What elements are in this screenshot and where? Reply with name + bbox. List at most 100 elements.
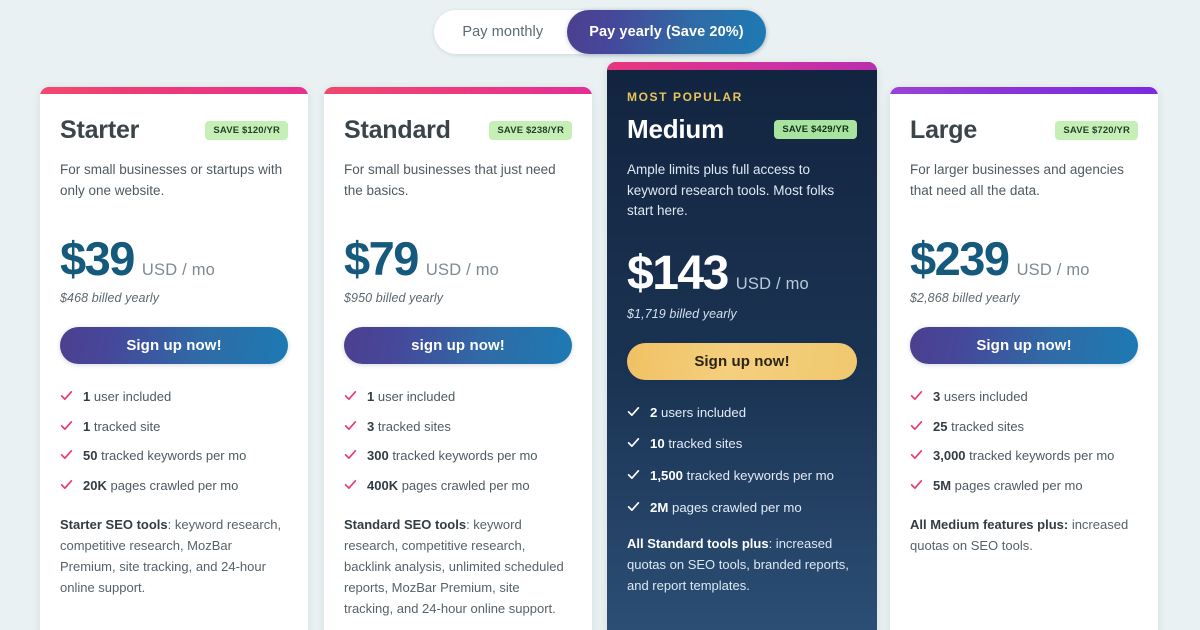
price-block: $79 USD / mo $950 billed yearly <box>344 235 572 305</box>
check-icon <box>344 478 357 491</box>
feature-text: 1 tracked site <box>83 418 161 434</box>
pricing-card-medium[interactable]: MOST POPULAR Medium SAVE $429/YR Ample l… <box>607 62 877 630</box>
check-icon <box>910 419 923 432</box>
pricing-cards-row: Starter SAVE $120/YR For small businesse… <box>0 0 1200 630</box>
pricing-card-starter[interactable]: Starter SAVE $120/YR For small businesse… <box>40 87 308 630</box>
signup-button[interactable]: sign up now! <box>344 327 572 365</box>
check-icon <box>627 500 640 513</box>
feature-list: 1 user included 1 tracked site 50 tracke… <box>60 388 288 494</box>
list-item: 20K pages crawled per mo <box>60 477 288 495</box>
plan-name: Starter <box>60 116 140 144</box>
check-icon <box>627 436 640 449</box>
price-block: $143 USD / mo $1,719 billed yearly <box>627 246 857 321</box>
billing-toggle-container: Pay monthly Pay yearly (Save 20%) <box>0 10 1200 54</box>
billing-toggle[interactable]: Pay monthly Pay yearly (Save 20%) <box>434 10 766 54</box>
list-item: 1,500 tracked keywords per mo <box>627 467 857 485</box>
price-line: $39 USD / mo <box>60 235 288 282</box>
check-icon <box>60 389 73 402</box>
toggle-option-monthly[interactable]: Pay monthly <box>434 10 567 54</box>
billed-yearly-note: $1,719 billed yearly <box>627 306 737 321</box>
feature-text: 300 tracked keywords per mo <box>367 448 538 464</box>
plan-name: Medium <box>627 114 725 144</box>
price-unit: USD / mo <box>735 274 809 293</box>
price-unit: USD / mo <box>141 261 216 280</box>
footnote-strong: All Standard tools plus <box>627 535 769 551</box>
card-accent-bar <box>607 62 877 70</box>
signup-button[interactable]: Sign up now! <box>60 327 288 365</box>
check-icon <box>627 468 640 481</box>
check-icon <box>627 405 640 418</box>
feature-text: 50 tracked keywords per mo <box>83 448 247 464</box>
feature-text: 10 tracked sites <box>650 436 743 452</box>
save-badge: SAVE $238/YR <box>489 121 572 140</box>
most-popular-ribbon: MOST POPULAR <box>627 90 743 104</box>
feature-text: 25 tracked sites <box>933 418 1025 434</box>
list-item: 400K pages crawled per mo <box>344 477 572 495</box>
toggle-option-yearly[interactable]: Pay yearly (Save 20%) <box>567 10 766 54</box>
check-icon <box>60 419 73 432</box>
price-amount: $143 <box>627 246 729 300</box>
signup-button[interactable]: Sign up now! <box>910 327 1138 365</box>
signup-button[interactable]: Sign up now! <box>627 342 857 380</box>
feature-list: 3 users included 25 tracked sites 3,000 … <box>910 388 1138 494</box>
card-accent-bar <box>324 87 592 94</box>
price-amount: $79 <box>344 232 419 286</box>
price-line: $79 USD / mo <box>344 235 572 282</box>
list-item: 50 tracked keywords per mo <box>60 447 288 465</box>
pricing-card-standard[interactable]: Standard SAVE $238/YR For small business… <box>324 87 592 630</box>
check-icon <box>60 448 73 461</box>
plan-footnote: Standard SEO tools: keyword research, co… <box>344 514 572 619</box>
card-body: MOST POPULAR Medium SAVE $429/YR Ample l… <box>607 70 877 622</box>
list-item: 10 tracked sites <box>627 435 857 453</box>
check-icon <box>344 389 357 402</box>
check-icon <box>910 448 923 461</box>
check-icon <box>910 389 923 402</box>
list-item: 5M pages crawled per mo <box>910 477 1138 495</box>
card-body: Starter SAVE $120/YR For small businesse… <box>40 94 308 624</box>
footnote-strong: Starter SEO tools <box>60 517 168 533</box>
feature-list: 2 users included 10 tracked sites 1,500 … <box>627 404 857 517</box>
check-icon <box>910 478 923 491</box>
list-item: 1 user included <box>344 388 572 406</box>
plan-name: Large <box>910 116 978 144</box>
card-header: Standard SAVE $238/YR <box>344 116 572 145</box>
plan-footnote: Starter SEO tools: keyword research, com… <box>60 514 288 598</box>
feature-text: 1,500 tracked keywords per mo <box>650 468 834 484</box>
card-body: Large SAVE $720/YR For larger businesses… <box>890 94 1158 582</box>
feature-list: 1 user included 3 tracked sites 300 trac… <box>344 388 572 494</box>
list-item: 25 tracked sites <box>910 418 1138 436</box>
feature-text: 2 users included <box>650 404 747 420</box>
check-icon <box>344 419 357 432</box>
plan-footnote: All Standard tools plus: increased quota… <box>627 533 857 596</box>
save-badge: SAVE $120/YR <box>205 121 288 140</box>
feature-text: 400K pages crawled per mo <box>367 477 530 493</box>
feature-text: 3,000 tracked keywords per mo <box>933 448 1115 464</box>
plan-description: Ample limits plus full access to keyword… <box>627 162 835 219</box>
feature-text: 1 user included <box>83 389 172 405</box>
card-header: Large SAVE $720/YR <box>910 116 1138 145</box>
feature-text: 20K pages crawled per mo <box>83 477 239 493</box>
card-body: Standard SAVE $238/YR For small business… <box>324 94 592 630</box>
list-item: 2M pages crawled per mo <box>627 499 857 517</box>
card-header: Starter SAVE $120/YR <box>60 116 288 145</box>
price-amount: $39 <box>60 232 135 286</box>
list-item: 300 tracked keywords per mo <box>344 447 572 465</box>
plan-footnote: All Medium features plus: increased quot… <box>910 514 1138 556</box>
list-item: 1 tracked site <box>60 418 288 436</box>
price-block: $239 USD / mo $2,868 billed yearly <box>910 235 1138 305</box>
price-unit: USD / mo <box>425 261 500 280</box>
pricing-card-large[interactable]: Large SAVE $720/YR For larger businesses… <box>890 87 1158 630</box>
price-amount: $239 <box>910 232 1010 286</box>
list-item: 3,000 tracked keywords per mo <box>910 447 1138 465</box>
footnote-strong: All Medium features plus: <box>910 517 1069 533</box>
price-line: $239 USD / mo <box>910 235 1138 282</box>
save-badge: SAVE $429/YR <box>774 120 857 139</box>
list-item: 3 users included <box>910 388 1138 406</box>
list-item: 1 user included <box>60 388 288 406</box>
billed-yearly-note: $468 billed yearly <box>60 291 160 306</box>
plan-description: For small businesses that just need the … <box>344 162 556 198</box>
price-block: $39 USD / mo $468 billed yearly <box>60 235 288 305</box>
check-icon <box>344 448 357 461</box>
feature-text: 2M pages crawled per mo <box>650 499 802 515</box>
plan-name: Standard <box>344 116 451 144</box>
